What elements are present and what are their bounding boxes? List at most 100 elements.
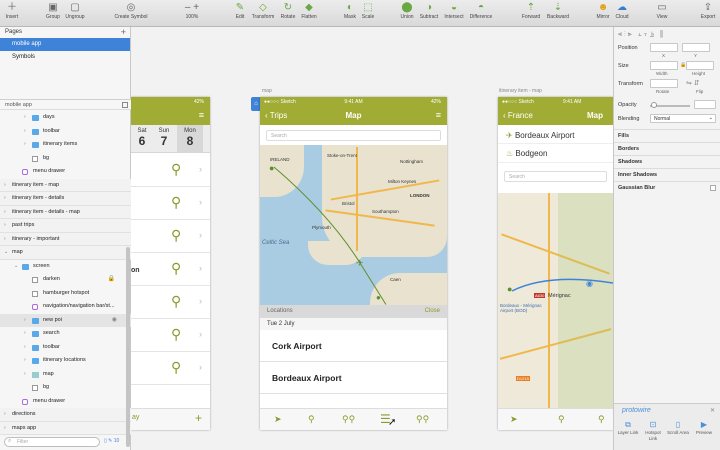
layer-row[interactable]: menu drawer: [0, 165, 131, 179]
layer-row[interactable]: › toolbar: [0, 125, 131, 139]
itinerary-row[interactable]: ⚲ ›: [131, 254, 210, 286]
chevron-right-icon[interactable]: ›: [24, 368, 26, 382]
poi-pair-icon[interactable]: ⚲: [598, 414, 605, 425]
gaussian-blur-section[interactable]: Gaussian Blur: [614, 181, 720, 194]
artboard-map[interactable]: ●●○○○ Sketch 9:41 AM 42% ‹ Trips Map ≡ S…: [260, 97, 447, 430]
fills-section[interactable]: Fills: [614, 129, 720, 142]
hotspot-link-button[interactable]: ⊡ Hotspot Link: [642, 420, 664, 441]
rotate-field[interactable]: [650, 79, 678, 88]
close-button[interactable]: Close: [425, 308, 440, 314]
zoom-control[interactable]: – + 100%: [178, 2, 206, 20]
collapse-icon[interactable]: [122, 102, 128, 108]
opacity-slider-knob[interactable]: [651, 102, 657, 108]
export-button[interactable]: ⇪ Export: [698, 2, 718, 20]
chevron-right-icon[interactable]: ›: [4, 179, 6, 193]
chevron-right-icon[interactable]: ›: [4, 422, 6, 436]
layer-link-button[interactable]: ⧉ Layer Link: [617, 420, 639, 436]
map-pin-icon[interactable]: ●: [269, 163, 274, 173]
chevron-right-icon[interactable]: ›: [4, 219, 6, 233]
layer-row[interactable]: bg: [0, 152, 131, 166]
map-view[interactable]: IRELAND Stoke-on-Trent Nottingham Milton…: [260, 145, 447, 305]
y-position-field[interactable]: [682, 43, 710, 52]
view-button[interactable]: ▭ View: [654, 2, 670, 20]
layer-row[interactable]: › maps app: [0, 421, 131, 436]
itinerary-row[interactable]: ⚲ ›: [131, 221, 210, 253]
chevron-right-icon[interactable]: ›: [24, 314, 26, 328]
preview-button[interactable]: ▶ Preview: [693, 420, 715, 436]
zoom-out-icon[interactable]: –: [185, 2, 191, 13]
gaussian-blur-checkbox[interactable]: [710, 185, 716, 191]
itinerary-row[interactable]: ⚲ ›: [131, 155, 210, 187]
day-mon[interactable]: Mon 8: [177, 125, 203, 153]
chevron-down-icon[interactable]: ⌄: [4, 246, 8, 260]
chevron-right-icon[interactable]: ›: [4, 206, 6, 220]
layer-row[interactable]: › directions: [0, 408, 131, 422]
create-symbol-button[interactable]: ◎ Create Symbol: [112, 2, 150, 20]
layer-row[interactable]: › itinerary item - details - map: [0, 205, 131, 220]
close-icon[interactable]: ✕: [710, 407, 715, 414]
mask-button[interactable]: ◐ Mask: [342, 2, 358, 20]
scale-button[interactable]: ⬚ Scale: [359, 2, 377, 20]
height-field[interactable]: [686, 61, 714, 70]
add-icon[interactable]: +: [195, 411, 202, 425]
blending-select[interactable]: Normal ⌄: [650, 114, 716, 123]
rotate-button[interactable]: ↻ Rotate: [278, 2, 298, 20]
group-button[interactable]: ▣ Group: [44, 2, 62, 20]
add-poi-icon[interactable]: ⚲: [308, 414, 315, 425]
layer-row[interactable]: hamburger hotspot: [0, 287, 131, 301]
subtract-button[interactable]: ◑ Subtract: [417, 2, 441, 20]
itinerary-row[interactable]: ⚲ ›: [131, 320, 210, 352]
inner-shadows-section[interactable]: Inner Shadows: [614, 168, 720, 181]
location-item-bordeaux[interactable]: Bordeaux Airport: [260, 362, 447, 394]
hamburger-icon[interactable]: ≡: [199, 110, 204, 120]
itinerary-row[interactable]: ⚲ ›: [131, 287, 210, 319]
artboard-itinerary[interactable]: 42% ≡ Sat 6 Sun 7 Mon 8 ⚲ › ⚲ › ⚲ › ⚲ › ⚲ › ⚲ › ⚲ › on a…: [131, 97, 210, 430]
chevron-right-icon[interactable]: ›: [24, 327, 26, 341]
chevron-right-icon[interactable]: ›: [4, 233, 6, 247]
day-sat[interactable]: Sat 6: [131, 128, 153, 148]
width-field[interactable]: [650, 61, 678, 70]
cloud-button[interactable]: ☁ Cloud: [613, 2, 631, 20]
eye-icon[interactable]: ◉: [112, 314, 117, 328]
map-pin-icon[interactable]: ●: [507, 284, 512, 294]
canvas[interactable]: 42% ≡ Sat 6 Sun 7 Mon 8 ⚲ › ⚲ › ⚲ › ⚲ › ⚲ › ⚲ › ⚲ › on a…: [131, 27, 613, 450]
navigate-icon[interactable]: ➤: [510, 414, 518, 425]
chevron-right-icon[interactable]: ›: [24, 125, 26, 139]
poi-pair-icon[interactable]: ⚲⚲: [416, 414, 429, 425]
page-item-symbols[interactable]: Symbols: [0, 51, 130, 64]
add-page-icon[interactable]: +: [121, 27, 126, 37]
ungroup-button[interactable]: ▢ Ungroup: [64, 2, 86, 20]
intersect-button[interactable]: ◒ Intersect: [442, 2, 466, 20]
search-input[interactable]: Search: [266, 130, 441, 141]
layer-row[interactable]: navigation/navigation bar/st...: [0, 300, 131, 314]
chevron-right-icon[interactable]: ›: [4, 192, 6, 206]
layer-row[interactable]: › map: [0, 368, 131, 382]
union-button[interactable]: ⬤ Union: [398, 2, 416, 20]
chevron-right-icon[interactable]: ›: [24, 111, 26, 125]
align-icons[interactable]: ⫷⫶⫸ ⫠⫟⫡ ⫼: [618, 31, 665, 38]
add-poi-icon[interactable]: ⚲: [558, 414, 565, 425]
opacity-field[interactable]: [694, 100, 716, 109]
location-icon[interactable]: ◉: [586, 279, 593, 288]
page-item-mobile-app[interactable]: mobile app: [0, 38, 130, 51]
zoom-in-icon[interactable]: +: [193, 2, 199, 13]
forward-button[interactable]: ⇡ Forward: [519, 2, 543, 20]
edit-button[interactable]: ✎ Edit: [232, 2, 248, 20]
layer-row[interactable]: darken 🔒: [0, 273, 131, 287]
flatten-button[interactable]: ◆ Flatten: [298, 2, 320, 20]
map-pin-icon[interactable]: ●: [376, 293, 381, 302]
mirror-button[interactable]: ☻ Mirror: [594, 2, 612, 20]
itinerary-row[interactable]: ⚲ ›: [131, 353, 210, 385]
navigate-icon[interactable]: ➤: [274, 414, 282, 425]
layer-row[interactable]: › itinerary locations: [0, 354, 131, 368]
insert-button[interactable]: ＋ Insert: [4, 2, 20, 20]
filter-input[interactable]: ⌕ Filter: [4, 437, 100, 447]
lock-icon[interactable]: 🔒: [108, 273, 115, 287]
layer-row[interactable]: › new poi ◉: [0, 313, 131, 328]
layer-row[interactable]: › past trips: [0, 219, 131, 233]
backward-button[interactable]: ⇣ Backward: [544, 2, 572, 20]
to-row[interactable]: ♨ Bodgeon: [498, 144, 613, 163]
borders-section[interactable]: Borders: [614, 142, 720, 155]
back-button[interactable]: ‹ France: [503, 111, 533, 120]
chevron-right-icon[interactable]: ›: [24, 138, 26, 152]
